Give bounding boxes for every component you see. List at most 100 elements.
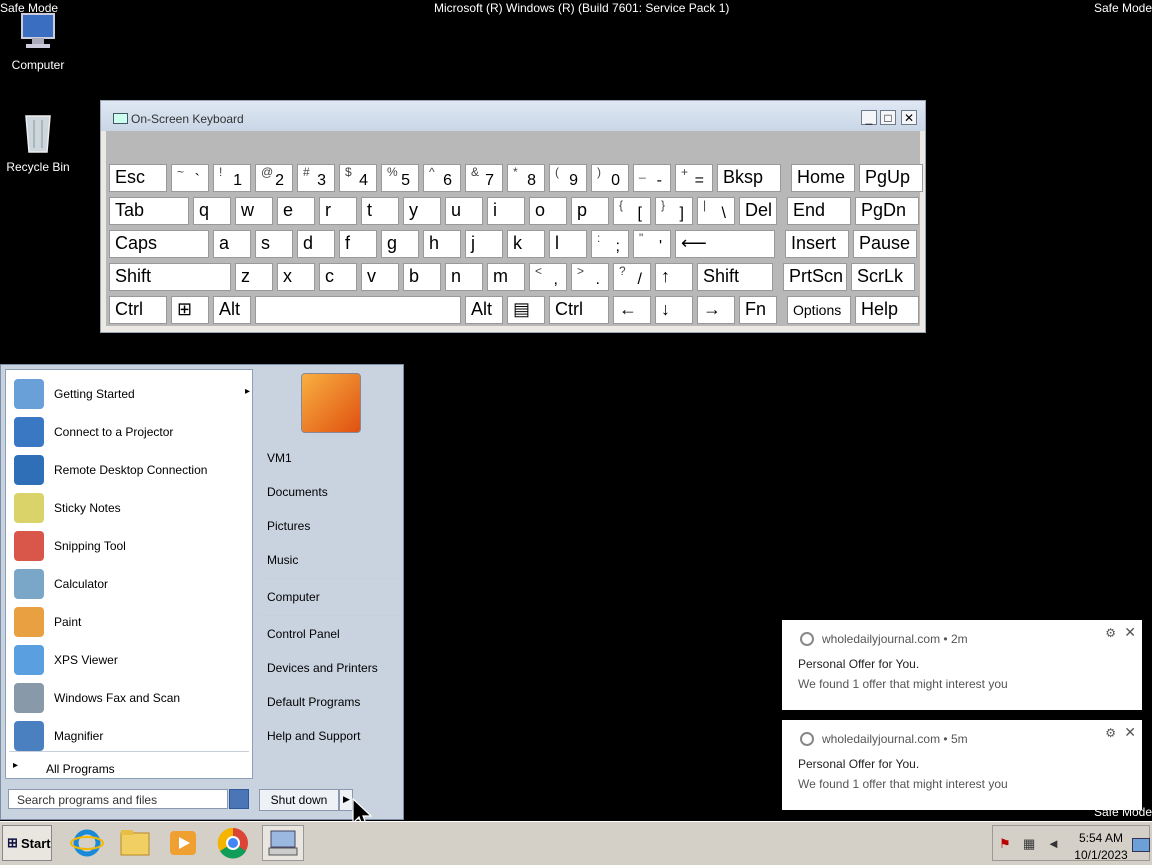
key-4-10[interactable]: Fn [739, 296, 777, 324]
key-2-12[interactable]: ⟵ [675, 230, 775, 258]
network-icon[interactable]: ▦ [1023, 836, 1035, 852]
key-3-11[interactable]: ↑ [655, 263, 693, 291]
key-2-13[interactable]: Insert [785, 230, 849, 258]
key-0-15[interactable]: Home [791, 164, 855, 192]
key-2-1[interactable]: a [213, 230, 251, 258]
program-item[interactable]: Connect to a Projector [10, 414, 250, 450]
key-1-5[interactable]: t [361, 197, 399, 225]
key-3-10[interactable]: ? / [613, 263, 651, 291]
start-link-devices-and-printers[interactable]: Devices and Printers [267, 661, 378, 675]
search-icon[interactable] [229, 789, 249, 809]
shut-down-button[interactable]: Shut down [259, 789, 339, 811]
key-1-14[interactable]: Del [739, 197, 777, 225]
minimize-button[interactable]: _ [861, 110, 877, 125]
start-link-documents[interactable]: Documents [267, 485, 328, 499]
clock-time[interactable]: 5:54 AM [1071, 831, 1131, 845]
key-2-2[interactable]: s [255, 230, 293, 258]
key-4-0[interactable]: Ctrl [109, 296, 167, 324]
program-item[interactable]: Getting Started ▸ [10, 376, 250, 412]
key-2-14[interactable]: Pause [853, 230, 917, 258]
key-1-7[interactable]: u [445, 197, 483, 225]
key-0-0[interactable]: Esc [109, 164, 167, 192]
key-1-12[interactable]: }] [655, 197, 693, 225]
key-0-9[interactable]: * 8 [507, 164, 545, 192]
start-link-pictures[interactable]: Pictures [267, 519, 310, 533]
key-2-8[interactable]: k [507, 230, 545, 258]
key-3-7[interactable]: m [487, 263, 525, 291]
key-3-4[interactable]: v [361, 263, 399, 291]
program-item[interactable]: Windows Fax and Scan [10, 680, 250, 716]
key-1-9[interactable]: o [529, 197, 567, 225]
close-button[interactable]: ✕ [901, 110, 917, 125]
key-4-12[interactable]: Help [855, 296, 919, 324]
key-1-0[interactable]: Tab [109, 197, 189, 225]
program-item[interactable]: Snipping Tool [10, 528, 250, 564]
key-2-9[interactable]: l [549, 230, 587, 258]
key-0-16[interactable]: PgUp [859, 164, 923, 192]
key-3-6[interactable]: n [445, 263, 483, 291]
computer-desktop-icon[interactable]: Computer [0, 10, 78, 72]
key-3-3[interactable]: c [319, 263, 357, 291]
media-player-button[interactable] [162, 825, 204, 861]
key-3-5[interactable]: b [403, 263, 441, 291]
key-4-8[interactable]: ↓ [655, 296, 693, 324]
key-0-3[interactable]: @2 [255, 164, 293, 192]
close-icon[interactable]: ✕ [1124, 624, 1136, 641]
start-link-help-and-support[interactable]: Help and Support [267, 729, 360, 743]
key-1-11[interactable]: {[ [613, 197, 651, 225]
start-button[interactable]: ⊞ Start [2, 825, 52, 861]
key-4-6[interactable]: Ctrl [549, 296, 609, 324]
chrome-button[interactable] [212, 825, 254, 861]
gear-icon[interactable]: ⚙ [1105, 626, 1116, 640]
key-3-2[interactable]: x [277, 263, 315, 291]
osk-titlebar[interactable]: On-Screen Keyboard _ □ ✕ [101, 101, 925, 131]
key-0-2[interactable]: ! 1 [213, 164, 251, 192]
chrome-notification[interactable]: wholedailyjournal.com • 2m ⚙ ✕ Personal Off… [782, 620, 1142, 710]
key-0-14[interactable]: Bksp [717, 164, 781, 192]
osk-taskbar-button[interactable] [262, 825, 304, 861]
start-link-music[interactable]: Music [267, 553, 298, 567]
start-link-control-panel[interactable]: Control Panel [267, 627, 340, 641]
file-explorer-button[interactable] [114, 825, 156, 861]
key-4-9[interactable]: → [697, 296, 735, 324]
key-4-7[interactable]: ← [613, 296, 651, 324]
program-item[interactable]: Sticky Notes [10, 490, 250, 526]
key-3-9[interactable]: >. [571, 263, 609, 291]
key-1-15[interactable]: End [787, 197, 851, 225]
key-2-10[interactable]: :; [591, 230, 629, 258]
program-item[interactable]: Remote Desktop Connection [10, 452, 250, 488]
key-1-2[interactable]: w [235, 197, 273, 225]
all-programs-link[interactable]: ▸ All Programs [9, 760, 249, 776]
key-4-1[interactable]: ⊞ [171, 296, 209, 324]
key-1-10[interactable]: p [571, 197, 609, 225]
start-link-vm1[interactable]: VM1 [267, 451, 292, 465]
key-2-4[interactable]: f [339, 230, 377, 258]
program-item[interactable]: Magnifier [10, 718, 250, 754]
key-2-7[interactable]: j [465, 230, 503, 258]
key-1-4[interactable]: r [319, 197, 357, 225]
internet-explorer-button[interactable] [66, 825, 108, 861]
key-3-12[interactable]: Shift [697, 263, 773, 291]
search-input[interactable]: Search programs and files [8, 789, 228, 809]
chrome-notification[interactable]: wholedailyjournal.com • 5m ⚙ ✕ Personal Off… [782, 720, 1142, 810]
key-4-11[interactable]: Options [787, 296, 851, 324]
volume-muted-icon[interactable]: ◄ [1047, 836, 1060, 851]
key-1-16[interactable]: PgDn [855, 197, 919, 225]
key-2-0[interactable]: Caps [109, 230, 209, 258]
program-item[interactable]: Paint [10, 604, 250, 640]
key-4-2[interactable]: Alt [213, 296, 251, 324]
key-0-7[interactable]: ^ 6 [423, 164, 461, 192]
key-0-6[interactable]: % 5 [381, 164, 419, 192]
key-1-6[interactable]: y [403, 197, 441, 225]
clock-date[interactable]: 10/1/2023 [1071, 848, 1131, 862]
shut-down-options-button[interactable]: ▶ [339, 789, 353, 811]
key-4-4[interactable]: Alt [465, 296, 503, 324]
key-1-1[interactable]: q [193, 197, 231, 225]
start-link-default-programs[interactable]: Default Programs [267, 695, 360, 709]
key-4-5[interactable]: ▤ [507, 296, 545, 324]
gear-icon[interactable]: ⚙ [1105, 726, 1116, 740]
program-item[interactable]: XPS Viewer [10, 642, 250, 678]
key-0-4[interactable]: #3 [297, 164, 335, 192]
maximize-button[interactable]: □ [880, 110, 896, 125]
key-3-13[interactable]: PrtScn [783, 263, 847, 291]
